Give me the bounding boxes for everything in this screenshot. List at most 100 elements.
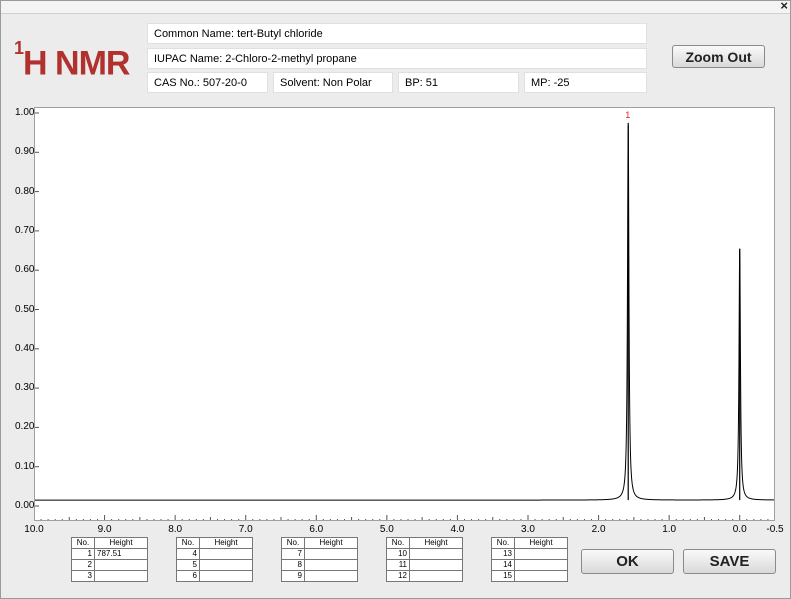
peak-number-cell: 3	[71, 570, 95, 582]
y-tick-label: 0.10	[15, 460, 35, 472]
spectrum-chart	[33, 112, 776, 521]
peak-number-cell: 6	[176, 570, 200, 582]
x-tick-label: 7.0	[238, 524, 253, 535]
peak-table-header-height: Height	[199, 537, 253, 549]
save-button[interactable]: SAVE	[683, 549, 776, 574]
y-tick-label: 0.20	[15, 421, 35, 433]
peak-number-cell: 15	[491, 570, 515, 582]
x-tick-label: 0.0	[732, 524, 747, 535]
common-name-field: Common Name: tert-Butyl chloride	[147, 23, 647, 44]
peak-number-cell: 8	[281, 559, 305, 571]
y-tick-label: 0.70	[15, 224, 35, 236]
peak-table-header-height: Height	[94, 537, 148, 549]
y-tick-label: 0.80	[15, 185, 35, 197]
peak-table-header-no: No.	[71, 537, 95, 549]
peak-table-row: 11	[386, 559, 463, 571]
x-tick-label: 1.0	[662, 524, 677, 535]
peak-height-cell: 787.51	[94, 548, 148, 560]
logo-text: H NMR	[23, 44, 130, 83]
x-tick-label: 9.0	[97, 524, 112, 535]
peak-number-cell: 4	[176, 548, 200, 560]
peak-table-header-height: Height	[409, 537, 463, 549]
peak-table-row: 5	[176, 559, 253, 571]
solvent-field: Solvent: Non Polar	[273, 72, 393, 93]
peak-number-cell: 13	[491, 548, 515, 560]
peak-height-cell	[514, 559, 568, 571]
peak-height-cell	[514, 570, 568, 582]
peak-table: No. Height 10 11 12	[386, 537, 463, 582]
x-tick-label: 3.0	[521, 524, 535, 535]
peak-table-row: 9	[281, 570, 358, 582]
peak-height-cell	[199, 559, 253, 571]
y-tick-label: 0.00	[15, 500, 35, 511]
boiling-point-field: BP: 51	[398, 72, 519, 93]
spectrum-plot-area[interactable]	[33, 107, 776, 521]
cas-number-field: CAS No.: 507-20-0	[147, 72, 268, 93]
ok-button[interactable]: OK	[581, 549, 674, 574]
y-tick-label: 0.60	[15, 264, 35, 276]
nmr-logo: 1H NMR	[14, 36, 130, 83]
peak-number-cell: 12	[386, 570, 410, 582]
peak-table-row: 8	[281, 559, 358, 571]
peak-table-header-no: No.	[386, 537, 410, 549]
x-tick-label: 8.0	[168, 524, 183, 535]
peak-table-row: 3	[71, 570, 148, 582]
peak-number-label: 1	[625, 109, 631, 120]
iupac-name-field: IUPAC Name: 2-Chloro-2-methyl propane	[147, 48, 647, 69]
peak-height-cell	[199, 548, 253, 560]
melting-point-field: MP: -25	[524, 72, 647, 93]
peak-table-row: 6	[176, 570, 253, 582]
peak-table: No. Height 7 8 9	[281, 537, 358, 582]
peak-number-cell: 7	[281, 548, 305, 560]
peak-height-cell	[409, 548, 463, 560]
x-tick-label: 5.0	[379, 524, 394, 535]
peak-table-header-height: Height	[514, 537, 568, 549]
peak-number-cell: 5	[176, 559, 200, 571]
peak-table-header-no: No.	[281, 537, 305, 549]
peak-height-cell	[409, 570, 463, 582]
peak-table-row: 14	[491, 559, 568, 571]
peak-number-cell: 9	[281, 570, 305, 582]
peak-table: No. Height 13 14 15	[491, 537, 568, 582]
peak-number-cell: 14	[491, 559, 515, 571]
y-tick-label: 0.30	[15, 382, 35, 394]
x-tick-label: -0.5	[766, 524, 784, 535]
peak-table: No. Height 4 5 6	[176, 537, 253, 582]
peak-number-cell: 2	[71, 559, 95, 571]
peak-table-row: 1 787.51	[71, 548, 148, 560]
peak-height-cell	[304, 570, 358, 582]
peak-height-cell	[94, 559, 148, 571]
spectrum-line	[34, 125, 775, 501]
peak-height-cell	[304, 548, 358, 560]
peak-height-cell	[199, 570, 253, 582]
x-tick-label: 10.0	[24, 524, 44, 535]
y-tick-label: 0.40	[15, 342, 35, 354]
zoom-out-button[interactable]: Zoom Out	[672, 45, 765, 68]
peak-table-row: 4	[176, 548, 253, 560]
peak-table-row: 12	[386, 570, 463, 582]
x-tick-label: 4.0	[450, 524, 465, 535]
peak-number-cell: 11	[386, 559, 410, 571]
y-tick-label: 0.50	[15, 303, 35, 315]
peak-table: No. Height 1 787.51 2 3	[71, 537, 148, 582]
peak-table-header-height: Height	[304, 537, 358, 549]
y-tick-label: 0.90	[15, 146, 35, 158]
peak-table-row: 2	[71, 559, 148, 571]
close-icon[interactable]: ×	[780, 0, 788, 13]
peak-table-row: 13	[491, 548, 568, 560]
peak-height-cell	[514, 548, 568, 560]
peak-table-header-no: No.	[176, 537, 200, 549]
logo-superscript: 1	[14, 38, 24, 58]
peak-number-cell: 10	[386, 548, 410, 560]
x-tick-label: 6.0	[309, 524, 324, 535]
peak-height-cell	[409, 559, 463, 571]
peak-number-cell: 1	[71, 548, 95, 560]
title-bar: ×	[1, 0, 790, 14]
peak-table-row: 10	[386, 548, 463, 560]
y-tick-label: 1.00	[15, 107, 35, 118]
peak-height-cell	[94, 570, 148, 582]
peak-table-row: 15	[491, 570, 568, 582]
x-tick-label: 2.0	[591, 524, 606, 535]
peak-table-header-no: No.	[491, 537, 515, 549]
peak-height-cell	[304, 559, 358, 571]
